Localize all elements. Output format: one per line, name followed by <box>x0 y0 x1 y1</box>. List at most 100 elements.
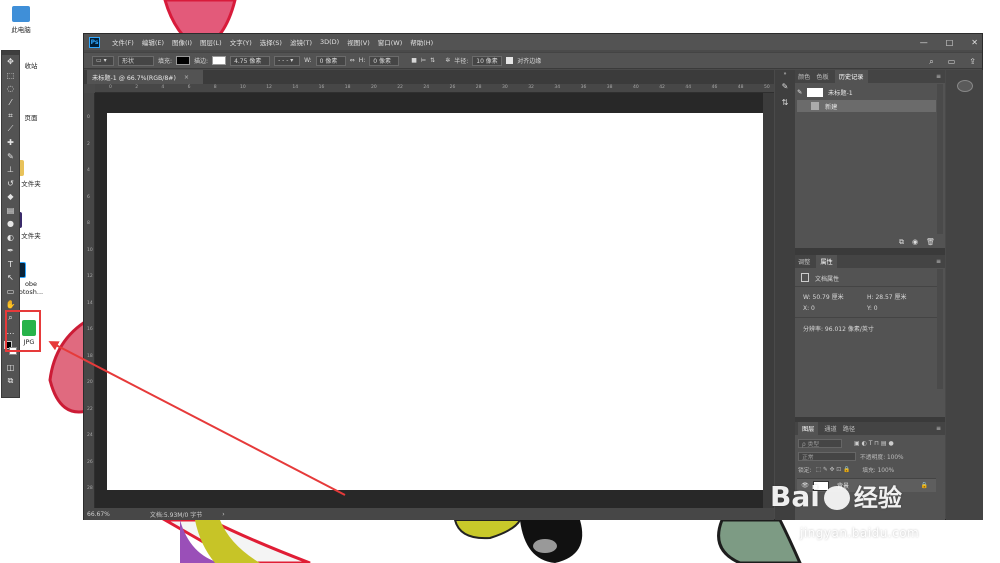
history-snapshot-row[interactable]: ✎ 未标题-1 <box>797 86 936 98</box>
tab-properties[interactable]: 属性 <box>816 255 837 268</box>
tab-channels[interactable]: 通道 <box>824 424 836 433</box>
maximize-button[interactable]: □ <box>946 38 954 47</box>
canvas-workspace[interactable] <box>95 93 764 508</box>
document-canvas[interactable] <box>107 113 764 490</box>
link-icon[interactable]: ⇔ <box>350 57 355 64</box>
radius-label: 半径: <box>454 58 469 65</box>
path-arrange-icon[interactable]: ⇅ <box>430 57 435 64</box>
path-select-tool-icon[interactable]: ↖ <box>2 271 19 285</box>
h-field[interactable]: 0 像素 <box>369 55 400 66</box>
dodge-tool-icon[interactable]: ◐ <box>2 231 19 245</box>
status-nav-icon[interactable]: › <box>222 511 224 518</box>
gradient-tool-icon[interactable]: ▤ <box>2 204 19 218</box>
minimize-button[interactable]: — <box>920 38 928 47</box>
menu-select[interactable]: 选择(S) <box>256 37 286 47</box>
panel-menu-icon[interactable]: ≡ <box>936 258 941 265</box>
tool-preset-picker[interactable]: ▭ ▾ <box>92 55 114 66</box>
eraser-tool-icon[interactable]: ◆ <box>2 190 19 204</box>
menu-type[interactable]: 文字(Y) <box>226 37 256 47</box>
panel-menu-icon[interactable]: ≡ <box>936 73 941 80</box>
ruler-tick-label: 48 <box>737 85 744 90</box>
libraries-icon[interactable] <box>956 80 973 92</box>
properties-panel-tabs: 调整 属性 ≡ <box>795 255 945 268</box>
menu-3d[interactable]: 3D(D) <box>316 38 343 46</box>
menu-edit[interactable]: 编辑(E) <box>138 37 168 47</box>
history-brush-icon[interactable]: ↺ <box>2 177 19 191</box>
healing-tool-icon[interactable]: ✚ <box>2 136 19 150</box>
history-footer: ⧉ ◉ 🗑 <box>795 236 945 248</box>
camera-icon[interactable]: ◉ <box>912 238 918 246</box>
props-scrollbar[interactable] <box>937 269 943 389</box>
menu-image[interactable]: 图像(I) <box>168 37 196 47</box>
panel-strip-grip[interactable]: » <box>775 70 795 78</box>
panel-menu-icon[interactable]: ≡ <box>936 425 941 432</box>
search-icon[interactable]: ⌕ <box>929 57 933 67</box>
crop-tool-icon[interactable]: ⌗ <box>2 109 19 123</box>
path-align-icon[interactable]: ⊨ <box>421 57 426 64</box>
shape-tool-icon[interactable]: ▭ <box>2 285 19 299</box>
fill-label[interactable]: 填充: 100% <box>862 465 894 474</box>
menu-view[interactable]: 视图(V) <box>343 37 374 47</box>
close-tab-icon[interactable]: × <box>184 74 189 81</box>
eyedropper-tool-icon[interactable]: ⟋ <box>2 123 19 137</box>
zoom-level[interactable]: 66.67% <box>87 511 110 518</box>
menu-layer[interactable]: 图层(L) <box>196 37 226 47</box>
w-field[interactable]: 0 像素 <box>315 55 346 66</box>
tab-adjustments[interactable]: 调整 <box>798 257 810 266</box>
vertical-scrollbar[interactable] <box>763 93 774 508</box>
align-edges-checkbox[interactable] <box>506 57 514 64</box>
ruler-tick-label: 24 <box>423 85 430 90</box>
tab-layers[interactable]: 图层 <box>798 422 819 435</box>
props-divider <box>795 286 938 287</box>
vertical-ruler[interactable]: 0 2 4 6 8 10 12 14 16 18 20 22 24 26 28 <box>84 93 95 508</box>
path-ops-icon[interactable]: ■ <box>411 57 417 64</box>
trash-icon[interactable]: 🗑 <box>926 238 935 246</box>
tab-color[interactable]: 颜色 <box>798 72 810 81</box>
gear-icon[interactable]: ✲ <box>445 57 450 64</box>
close-button[interactable]: ✕ <box>971 38 978 47</box>
horizontal-ruler[interactable]: 0 2 4 6 8 10 12 14 16 18 20 22 24 26 28 30 32 34 36 38 40 42 4… <box>95 84 774 93</box>
status-bar: 66.67% 文档:5.93M/0 字节 › <box>84 508 774 520</box>
opacity-label[interactable]: 不透明度: 100% <box>860 452 904 461</box>
props-height: H: 28.57 厘米 <box>867 294 907 301</box>
pen-tool-icon[interactable]: ✒ <box>2 244 19 258</box>
share-icon[interactable]: ⇪ <box>969 57 976 66</box>
brush-presets-icon[interactable]: ✎ <box>775 78 795 94</box>
workspace-icon[interactable]: ▭ <box>948 57 956 66</box>
fill-swatch[interactable] <box>176 56 191 65</box>
history-step-row[interactable]: 新建 <box>797 100 936 112</box>
brush-tool-icon[interactable]: ✎ <box>2 150 19 164</box>
tab-paths[interactable]: 路径 <box>843 424 855 433</box>
desktop-icon-this-pc[interactable]: 此电脑 <box>4 6 38 34</box>
menu-window[interactable]: 窗口(W) <box>374 37 407 47</box>
radius-field[interactable]: 10 像素 <box>472 55 503 66</box>
menu-filter[interactable]: 滤镜(T) <box>286 37 316 47</box>
screen-mode-icon[interactable]: ⧉ <box>2 374 19 388</box>
menu-help[interactable]: 帮助(H) <box>406 37 437 47</box>
tab-history[interactable]: 历史记录 <box>834 70 868 83</box>
blend-mode-value: 正常 <box>802 455 814 461</box>
lock-icons[interactable]: ⬚ ✎ ✥ ⊡ 🔒 <box>816 467 851 473</box>
stroke-swatch[interactable] <box>212 56 227 65</box>
marquee-tool-icon[interactable]: ⬚ <box>2 69 19 83</box>
quick-mask-icon[interactable]: ◫ <box>2 361 19 375</box>
blur-tool-icon[interactable]: ● <box>2 217 19 231</box>
blend-mode-select[interactable]: 正常 <box>798 452 856 461</box>
tab-swatches[interactable]: 色板 <box>816 72 828 81</box>
lasso-tool-icon[interactable]: ◌ <box>2 82 19 96</box>
history-scrollbar[interactable] <box>937 84 943 234</box>
type-tool-icon[interactable]: T <box>2 258 19 272</box>
stamp-tool-icon[interactable]: ⊥ <box>2 163 19 177</box>
menu-file[interactable]: 文件(F) <box>108 37 138 47</box>
stroke-type-select[interactable]: - - - ▾ <box>274 55 301 66</box>
quick-select-tool-icon[interactable]: ⁄ <box>2 96 19 110</box>
document-tab[interactable]: 未标题-1 @ 66.7%(RGB/8#) × <box>87 70 204 84</box>
layer-filter-select[interactable]: ρ 类型 <box>798 439 842 448</box>
panel-options-icon[interactable]: ⇅ <box>775 94 795 110</box>
new-document-from-state-icon[interactable]: ⧉ <box>899 238 904 247</box>
filter-icons[interactable]: ▣ ◐ T ⊓ ▤ ● <box>854 440 894 447</box>
shape-mode-select[interactable]: 形状 <box>118 55 154 66</box>
ruler-tick-label: 30 <box>502 85 508 90</box>
stroke-width-field[interactable]: 4.75 像素 <box>230 55 271 66</box>
move-tool-icon[interactable]: ✥ <box>2 55 19 69</box>
